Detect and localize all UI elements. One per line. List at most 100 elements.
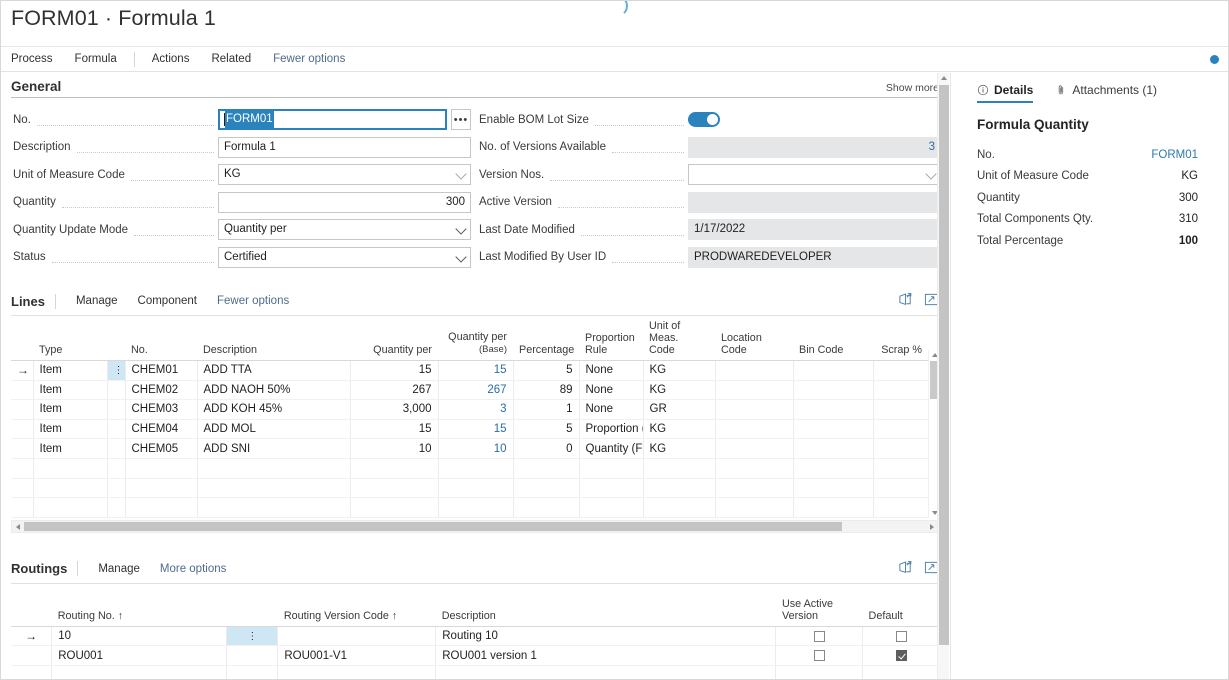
col-proportion-rule[interactable]: Proportion Rule [579, 316, 643, 361]
cell-uom[interactable] [643, 458, 716, 479]
cell-location-code[interactable] [715, 380, 794, 401]
cell-proportion-rule[interactable] [579, 458, 644, 479]
cell-no[interactable]: CHEM03 [125, 399, 198, 420]
cell-no[interactable]: CHEM01 [125, 360, 198, 381]
col-scrap-pct[interactable]: Scrap % [873, 316, 928, 361]
use-active-version-checkbox[interactable] [813, 630, 825, 642]
ribbon-item-formula[interactable]: Formula [64, 47, 128, 71]
cell-proportion-rule[interactable]: None [579, 360, 644, 381]
cell-description[interactable]: ADD MOL [197, 419, 351, 440]
cell-percentage[interactable]: 89 [513, 380, 580, 401]
cell-no[interactable] [125, 497, 198, 518]
routings-more-options-button[interactable]: More options [150, 563, 236, 575]
cell-proportion-rule[interactable]: Proportion (... [579, 419, 644, 440]
cell-routing-version-code[interactable] [277, 665, 437, 679]
cell-location-code[interactable] [715, 399, 794, 420]
cell-scrap-pct[interactable] [873, 438, 928, 459]
cell-bin-code[interactable] [793, 478, 874, 499]
cell-description[interactable]: ADD KOH 45% [197, 399, 351, 420]
cell-description[interactable] [197, 478, 351, 499]
cell-description[interactable]: ADD TTA [197, 360, 351, 381]
cell-use-active-version[interactable] [775, 626, 864, 647]
cell-quantity-per-base[interactable] [438, 478, 514, 499]
cell-quantity-per[interactable]: 10 [350, 438, 439, 459]
cell-description[interactable]: ADD NAOH 50% [197, 380, 351, 401]
cell-no[interactable]: CHEM04 [125, 419, 198, 440]
col-description[interactable]: Description [197, 316, 350, 361]
cell-uom[interactable]: KG [643, 419, 716, 440]
cell-uom[interactable] [643, 497, 716, 518]
cell-uom[interactable]: KG [643, 438, 716, 459]
table-row-empty[interactable] [11, 458, 939, 479]
cell-proportion-rule[interactable]: None [579, 399, 644, 420]
row-menu-button[interactable] [107, 419, 126, 440]
cell-percentage[interactable]: 0 [513, 438, 580, 459]
cell-bin-code[interactable] [793, 360, 874, 381]
col-quantity-per-base[interactable]: Quantity per (Base) [438, 316, 513, 361]
scroll-up-arrow-icon[interactable] [941, 76, 947, 80]
default-checkbox[interactable] [895, 650, 907, 662]
cell-type[interactable]: Item [33, 360, 108, 381]
col-use-active-version[interactable]: Use Active Version [775, 583, 863, 627]
cell-scrap-pct[interactable] [873, 419, 928, 440]
ribbon-item-actions[interactable]: Actions [141, 47, 201, 71]
show-more-link[interactable]: Show more [886, 82, 939, 94]
cell-uom[interactable]: KG [643, 360, 716, 381]
cell-percentage[interactable]: 5 [513, 419, 580, 440]
cell-uom[interactable]: GR [643, 399, 716, 420]
cell-quantity-per[interactable]: 15 [350, 360, 439, 381]
cell-proportion-rule[interactable] [579, 497, 644, 518]
cell-quantity-per-base[interactable] [438, 458, 514, 479]
cell-quantity-per[interactable] [350, 458, 439, 479]
col-bin-code[interactable]: Bin Code [793, 316, 873, 361]
quantity-update-mode-select[interactable]: Quantity per [218, 219, 471, 241]
cell-quantity-per[interactable]: 267 [350, 380, 439, 401]
cell-quantity-per-base[interactable]: 3 [438, 399, 514, 420]
cell-location-code[interactable] [715, 497, 794, 518]
cell-proportion-rule[interactable]: None [579, 380, 644, 401]
cell-percentage[interactable] [513, 478, 580, 499]
cell-percentage[interactable]: 5 [513, 360, 580, 381]
cell-uom[interactable] [643, 478, 716, 499]
col-routing-no[interactable]: Routing No. ↑ [51, 583, 227, 627]
use-active-version-checkbox[interactable] [813, 650, 825, 662]
open-in-excel-icon[interactable] [898, 560, 913, 575]
row-menu-button[interactable]: ⋮ [226, 626, 279, 647]
cell-quantity-per-base[interactable]: 15 [438, 419, 514, 440]
cell-default[interactable] [862, 665, 939, 679]
table-row[interactable]: → Item ⋮ CHEM01 ADD TTA 15 15 5 None KG [11, 360, 939, 381]
cell-quantity-per-base[interactable]: 10 [438, 438, 514, 459]
cell-scrap-pct[interactable] [873, 478, 928, 499]
scroll-right-arrow-icon[interactable] [930, 523, 934, 530]
cell-bin-code[interactable] [793, 497, 874, 518]
cell-quantity-per-base[interactable] [438, 497, 514, 518]
cell-scrap-pct[interactable] [873, 360, 928, 381]
cell-scrap-pct[interactable] [873, 399, 928, 420]
cell-quantity-per[interactable]: 3,000 [350, 399, 439, 420]
table-row[interactable]: Item CHEM04 ADD MOL 15 15 5 Proportion (… [11, 419, 939, 440]
row-menu-button[interactable] [107, 438, 126, 459]
cell-routing-no[interactable]: ROU001 [51, 645, 228, 666]
col-default[interactable]: Default [862, 583, 939, 627]
cell-quantity-per[interactable] [350, 497, 439, 518]
quantity-input[interactable]: 300 [218, 191, 471, 213]
col-routing-version-code[interactable]: Routing Version Code ↑ [277, 583, 436, 627]
cell-type[interactable]: Item [33, 438, 108, 459]
cell-routing-version-code[interactable] [277, 626, 437, 647]
row-menu-button[interactable] [107, 380, 126, 401]
default-checkbox[interactable] [895, 630, 907, 642]
cell-location-code[interactable] [715, 360, 794, 381]
status-indicator-dot[interactable] [1210, 55, 1219, 64]
col-no[interactable]: No. [125, 316, 197, 361]
lines-component-button[interactable]: Component [128, 295, 207, 307]
cell-routing-no[interactable] [51, 665, 228, 679]
cell-proportion-rule[interactable] [579, 478, 644, 499]
cell-description[interactable]: ADD SNI [197, 438, 351, 459]
table-row[interactable]: ROU001 ROU001-V1 ROU001 version 1 [11, 645, 939, 666]
factbox-value-no[interactable]: FORM01 [1151, 149, 1198, 161]
row-menu-button[interactable] [107, 458, 126, 479]
col-percentage[interactable]: Percentage [513, 316, 579, 361]
col-description[interactable]: Description [435, 583, 776, 627]
cell-location-code[interactable] [715, 438, 794, 459]
cell-location-code[interactable] [715, 419, 794, 440]
